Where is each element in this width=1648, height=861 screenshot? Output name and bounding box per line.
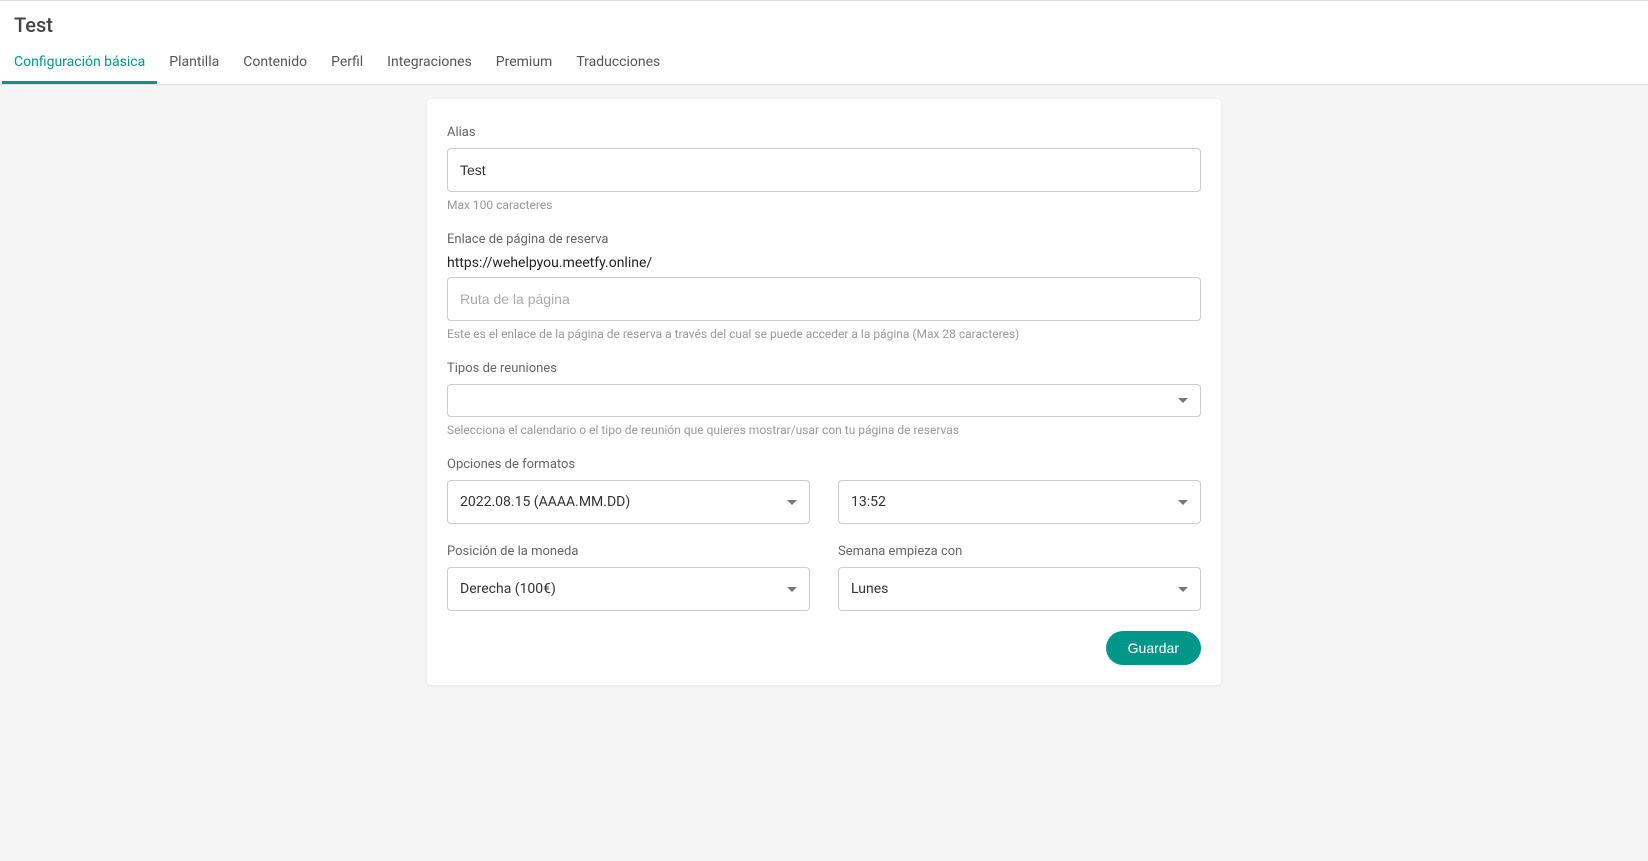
- alias-group: Alias Max 100 caracteres: [447, 125, 1201, 212]
- page-title: Test: [0, 1, 1648, 43]
- tab-perfil[interactable]: Perfil: [319, 43, 375, 84]
- format-options-label: Opciones de formatos: [447, 457, 1201, 472]
- content: Alias Max 100 caracteres Enlace de págin…: [0, 85, 1648, 725]
- meeting-types-helper: Selecciona el calendario o el tipo de re…: [447, 423, 1201, 437]
- header: Test Configuración básica Plantilla Cont…: [0, 0, 1648, 85]
- week-start-label: Semana empieza con: [838, 544, 1201, 559]
- format-options-group: Opciones de formatos 2022.08.15 (AAAA.MM…: [447, 457, 1201, 524]
- currency-position-select[interactable]: Derecha (100€): [447, 567, 810, 611]
- chevron-down-icon: [1178, 500, 1188, 505]
- tab-integraciones[interactable]: Integraciones: [375, 43, 484, 84]
- save-button[interactable]: Guardar: [1106, 631, 1201, 665]
- alias-input[interactable]: [447, 148, 1201, 192]
- alias-helper: Max 100 caracteres: [447, 198, 1201, 212]
- chevron-down-icon: [1178, 398, 1188, 403]
- booking-link-label: Enlace de página de reserva: [447, 232, 1201, 247]
- tabs: Configuración básica Plantilla Contenido…: [0, 43, 1648, 84]
- chevron-down-icon: [787, 500, 797, 505]
- booking-link-helper: Este es el enlace de la página de reserv…: [447, 327, 1201, 341]
- tab-contenido[interactable]: Contenido: [231, 43, 319, 84]
- booking-link-group: Enlace de página de reserva https://wehe…: [447, 232, 1201, 341]
- tab-premium[interactable]: Premium: [484, 43, 565, 84]
- meeting-types-group: Tipos de reuniones Selecciona el calenda…: [447, 361, 1201, 437]
- date-format-value: 2022.08.15 (AAAA.MM.DD): [460, 494, 630, 510]
- alias-label: Alias: [447, 125, 1201, 140]
- actions: Guardar: [447, 631, 1201, 665]
- week-start-value: Lunes: [851, 581, 888, 597]
- time-format-value: 13:52: [851, 494, 886, 510]
- tab-traducciones[interactable]: Traducciones: [564, 43, 672, 84]
- tab-plantilla[interactable]: Plantilla: [157, 43, 231, 84]
- bottom-row-group: Posición de la moneda Derecha (100€) Sem…: [447, 544, 1201, 611]
- date-format-select[interactable]: 2022.08.15 (AAAA.MM.DD): [447, 480, 810, 524]
- meeting-types-select[interactable]: [447, 384, 1201, 417]
- booking-link-input[interactable]: [447, 277, 1201, 321]
- chevron-down-icon: [1178, 587, 1188, 592]
- meeting-types-label: Tipos de reuniones: [447, 361, 1201, 376]
- form-card: Alias Max 100 caracteres Enlace de págin…: [427, 99, 1221, 685]
- time-format-select[interactable]: 13:52: [838, 480, 1201, 524]
- week-start-select[interactable]: Lunes: [838, 567, 1201, 611]
- chevron-down-icon: [787, 587, 797, 592]
- tab-configuracion-basica[interactable]: Configuración básica: [2, 43, 157, 84]
- booking-link-prefix: https://wehelpyou.meetfy.online/: [447, 255, 1201, 271]
- currency-position-value: Derecha (100€): [460, 581, 556, 597]
- currency-position-label: Posición de la moneda: [447, 544, 810, 559]
